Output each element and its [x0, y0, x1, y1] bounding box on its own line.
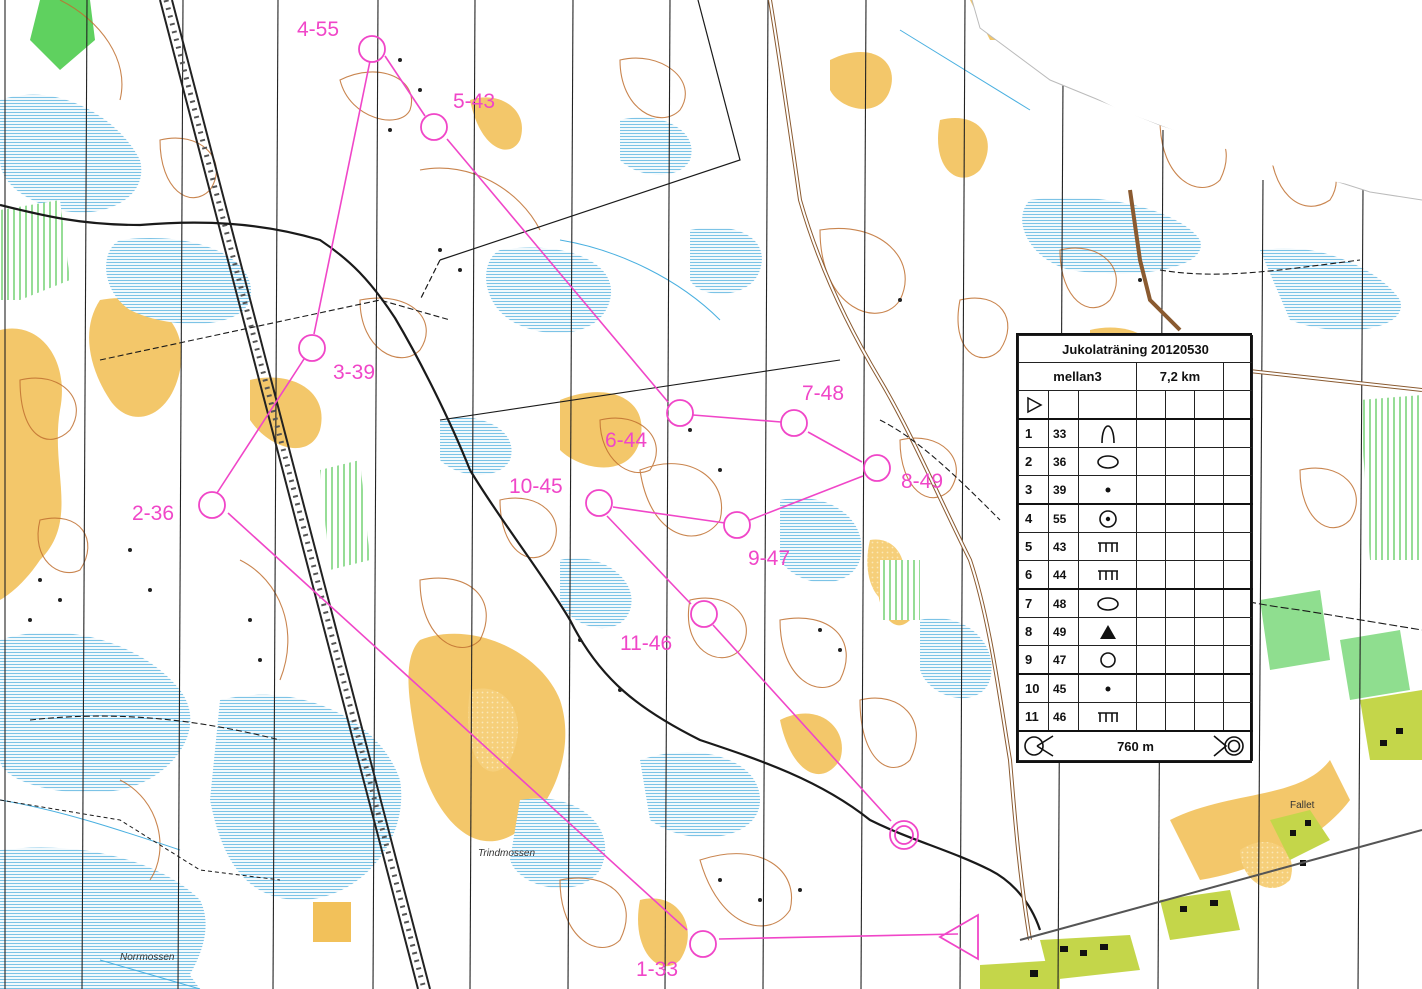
description-row: 11 46	[1018, 702, 1254, 732]
row-number: 8	[1018, 617, 1049, 646]
row-number: 7	[1018, 588, 1049, 618]
knoll-oval-icon	[1078, 447, 1137, 476]
row-number: 4	[1018, 503, 1049, 533]
start-triangle-icon	[1018, 390, 1049, 420]
row-code: 48	[1048, 588, 1079, 618]
description-row: 1 33	[1018, 418, 1254, 448]
place-name-fallet: Fallet	[1290, 800, 1315, 811]
description-row: 5 43	[1018, 532, 1254, 561]
finish-distance: 760 m	[1117, 738, 1154, 754]
control-label-7: 7-48	[802, 382, 844, 405]
place-name-norrmossen: Norrmossen	[120, 952, 175, 963]
depression-icon	[1078, 503, 1137, 533]
row-number: 9	[1018, 645, 1049, 675]
orienteering-map[interactable]: Trindmossen Norrmossen Fallet 1-33 2-36 …	[0, 0, 1422, 989]
course-name: mellan3	[1018, 362, 1137, 391]
row-code: 46	[1048, 702, 1079, 732]
row-code: 33	[1048, 418, 1079, 448]
sheet-title: Jukolaträning 20120530	[1017, 335, 1254, 363]
description-row: 2 36	[1018, 447, 1254, 476]
finish-row: 760 m	[1017, 730, 1254, 761]
row-code: 43	[1048, 532, 1079, 561]
row-number: 2	[1018, 447, 1049, 476]
row-code: 47	[1048, 645, 1079, 675]
control-label-6: 6-44	[605, 429, 647, 452]
course-length: 7,2 km	[1136, 362, 1224, 391]
row-code: 55	[1048, 503, 1079, 533]
rock-face-icon	[1078, 702, 1137, 732]
small-knoll-dot-icon	[1078, 475, 1137, 505]
finish-start-icon	[1024, 735, 1054, 757]
rock-face-icon	[1078, 532, 1137, 561]
finish-icon	[1213, 735, 1244, 757]
control-label-8: 8-49	[901, 470, 943, 493]
description-row: 3 39	[1018, 475, 1254, 505]
small-knoll-dot-icon	[1078, 673, 1137, 703]
control-label-11: 11-46	[620, 632, 672, 655]
row-code: 44	[1048, 560, 1079, 590]
boulder-icon	[1078, 617, 1137, 646]
control-label-1: 1-33	[636, 958, 678, 981]
row-code: 49	[1048, 617, 1079, 646]
description-row: 10 45	[1018, 673, 1254, 703]
pit-icon	[1078, 645, 1137, 675]
row-number: 3	[1018, 475, 1049, 505]
description-row: 9 47	[1018, 645, 1254, 675]
description-row: 6 44	[1018, 560, 1254, 590]
row-number: 6	[1018, 560, 1049, 590]
place-name-trindmossen: Trindmossen	[478, 848, 535, 859]
re-entrant-icon	[1078, 418, 1137, 448]
row-number: 1	[1018, 418, 1049, 448]
row-number: 11	[1018, 702, 1049, 732]
description-row: 4 55	[1018, 503, 1254, 533]
control-description-sheet: Jukolaträning 20120530 mellan3 7,2 km 1 …	[1016, 333, 1254, 763]
knoll-oval-icon	[1078, 588, 1137, 618]
row-code: 39	[1048, 475, 1079, 505]
row-number: 5	[1018, 532, 1049, 561]
description-row: 8 49	[1018, 617, 1254, 646]
control-label-2: 2-36	[132, 502, 174, 525]
control-label-5: 5-43	[453, 90, 495, 113]
rock-face-icon	[1078, 560, 1137, 590]
description-row: 7 48	[1018, 588, 1254, 618]
control-label-10: 10-45	[509, 475, 563, 498]
row-code: 36	[1048, 447, 1079, 476]
control-label-3: 3-39	[333, 361, 375, 384]
control-label-4: 4-55	[297, 18, 339, 41]
row-number: 10	[1018, 673, 1049, 703]
control-label-9: 9-47	[748, 547, 790, 570]
row-code: 45	[1048, 673, 1079, 703]
